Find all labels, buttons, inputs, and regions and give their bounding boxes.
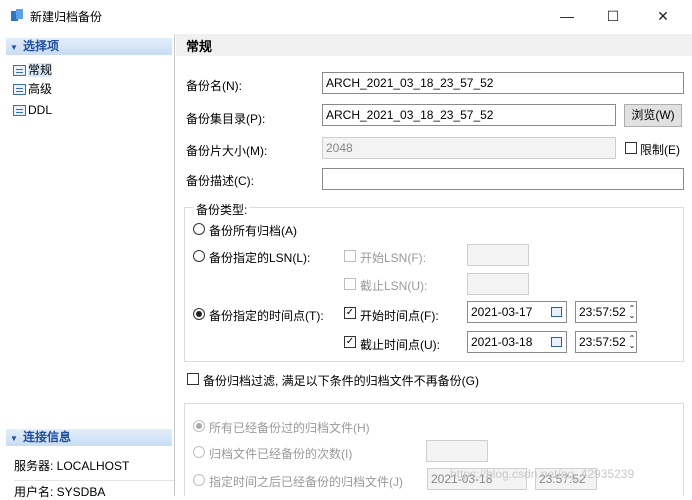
sidebar-item-ddl[interactable]: DDL: [13, 102, 52, 118]
start-date-value: 2021-03-17: [471, 305, 533, 319]
sidebar-item-label: DDL: [28, 103, 53, 117]
maximize-button[interactable]: ☐: [590, 0, 636, 32]
limit-checkbox[interactable]: [625, 142, 637, 154]
sidebar-item-advanced[interactable]: 高级: [13, 81, 52, 97]
end-date-value: 2021-03-18: [471, 335, 533, 349]
start-lsn-label: 开始LSN(F):: [360, 251, 427, 265]
collapse-arrow-icon: ▼: [10, 43, 18, 52]
sidebar-item-general[interactable]: 常规: [13, 62, 53, 78]
page-icon: [13, 105, 26, 116]
browse-button[interactable]: 浏览(W): [624, 104, 682, 127]
end-time-value: 23:57:52: [579, 335, 626, 349]
close-button[interactable]: ✕: [640, 0, 686, 32]
filter-after-label: 指定时间之后已经备份的归档文件(J): [209, 475, 403, 489]
filter-after-radio[interactable]: [193, 474, 205, 486]
end-time-checkbox[interactable]: ✓: [344, 336, 356, 348]
user-info: 用户名: SYSDBA: [14, 480, 174, 500]
description-label: 备份描述(C):: [186, 174, 254, 188]
backup-lsn-radio[interactable]: [193, 250, 205, 262]
start-time-label: 开始时间点(F):: [360, 309, 439, 323]
page-icon: [13, 65, 26, 76]
select-items-label: 选择项: [23, 39, 60, 53]
backup-all-label: 备份所有归档(A): [209, 224, 297, 238]
archive-filter-checkbox[interactable]: [187, 373, 199, 385]
spinner-icon[interactable]: ⌃ ⌄: [628, 305, 636, 320]
backup-dir-label: 备份集目录(P):: [186, 112, 266, 126]
server-info: 服务器: LOCALHOST: [14, 459, 130, 473]
start-time-checkbox[interactable]: ✓: [344, 307, 356, 319]
connection-info-label: 连接信息: [23, 430, 72, 444]
sidebar-item-label: 高级: [28, 82, 53, 96]
backup-lsn-label: 备份指定的LSN(L):: [209, 251, 311, 265]
end-lsn-checkbox[interactable]: [344, 278, 356, 290]
backup-all-radio[interactable]: [193, 223, 205, 235]
start-time-value: 23:57:52: [579, 305, 626, 319]
piece-size-label: 备份片大小(M):: [186, 144, 268, 158]
filter-all-label: 所有已经备份过的归档文件(H): [209, 421, 370, 435]
limit-label: 限制(E): [640, 143, 680, 157]
filter-count-radio[interactable]: [193, 446, 205, 458]
sidebar-item-label: 常规: [28, 63, 53, 77]
calendar-icon[interactable]: [551, 337, 562, 347]
filter-count-label: 归档文件已经备份的次数(I): [209, 447, 353, 461]
calendar-icon[interactable]: [551, 307, 562, 317]
window-title: 新建归档备份: [30, 10, 103, 24]
description-input[interactable]: [322, 168, 684, 190]
backup-time-label: 备份指定的时间点(T):: [209, 309, 324, 323]
end-lsn-input[interactable]: [467, 273, 529, 295]
backup-type-label: 备份类型:: [194, 201, 250, 218]
section-header: [176, 34, 692, 56]
filter-all-radio[interactable]: [193, 420, 205, 432]
collapse-arrow-icon: ▼: [10, 434, 18, 443]
end-lsn-label: 截止LSN(U):: [360, 279, 428, 293]
backup-dir-input[interactable]: ARCH_2021_03_18_23_57_52: [322, 104, 616, 126]
piece-size-input[interactable]: 2048: [322, 137, 616, 159]
section-title: 常规: [186, 39, 213, 54]
select-items-header[interactable]: ▼ 选择项: [6, 38, 172, 55]
backup-name-input[interactable]: ARCH_2021_03_18_23_57_52: [322, 72, 684, 94]
backup-time-radio[interactable]: [193, 308, 205, 320]
start-lsn-checkbox[interactable]: [344, 250, 356, 262]
page-icon: [13, 84, 26, 95]
app-icon: [11, 9, 23, 21]
end-time-label: 截止时间点(U):: [360, 338, 440, 352]
archive-filter-label: 备份归档过滤, 满足以下条件的归档文件不再备份(G): [203, 374, 479, 388]
connection-info-header[interactable]: ▼ 连接信息: [6, 429, 172, 446]
start-lsn-input[interactable]: [467, 244, 529, 266]
backup-name-label: 备份名(N):: [186, 79, 242, 93]
spinner-icon[interactable]: ⌃ ⌄: [628, 335, 636, 350]
watermark-text: https://blog.csdn.net/qq_42935239: [450, 467, 635, 481]
minimize-button[interactable]: —: [544, 0, 590, 32]
filter-count-input[interactable]: [426, 440, 488, 462]
